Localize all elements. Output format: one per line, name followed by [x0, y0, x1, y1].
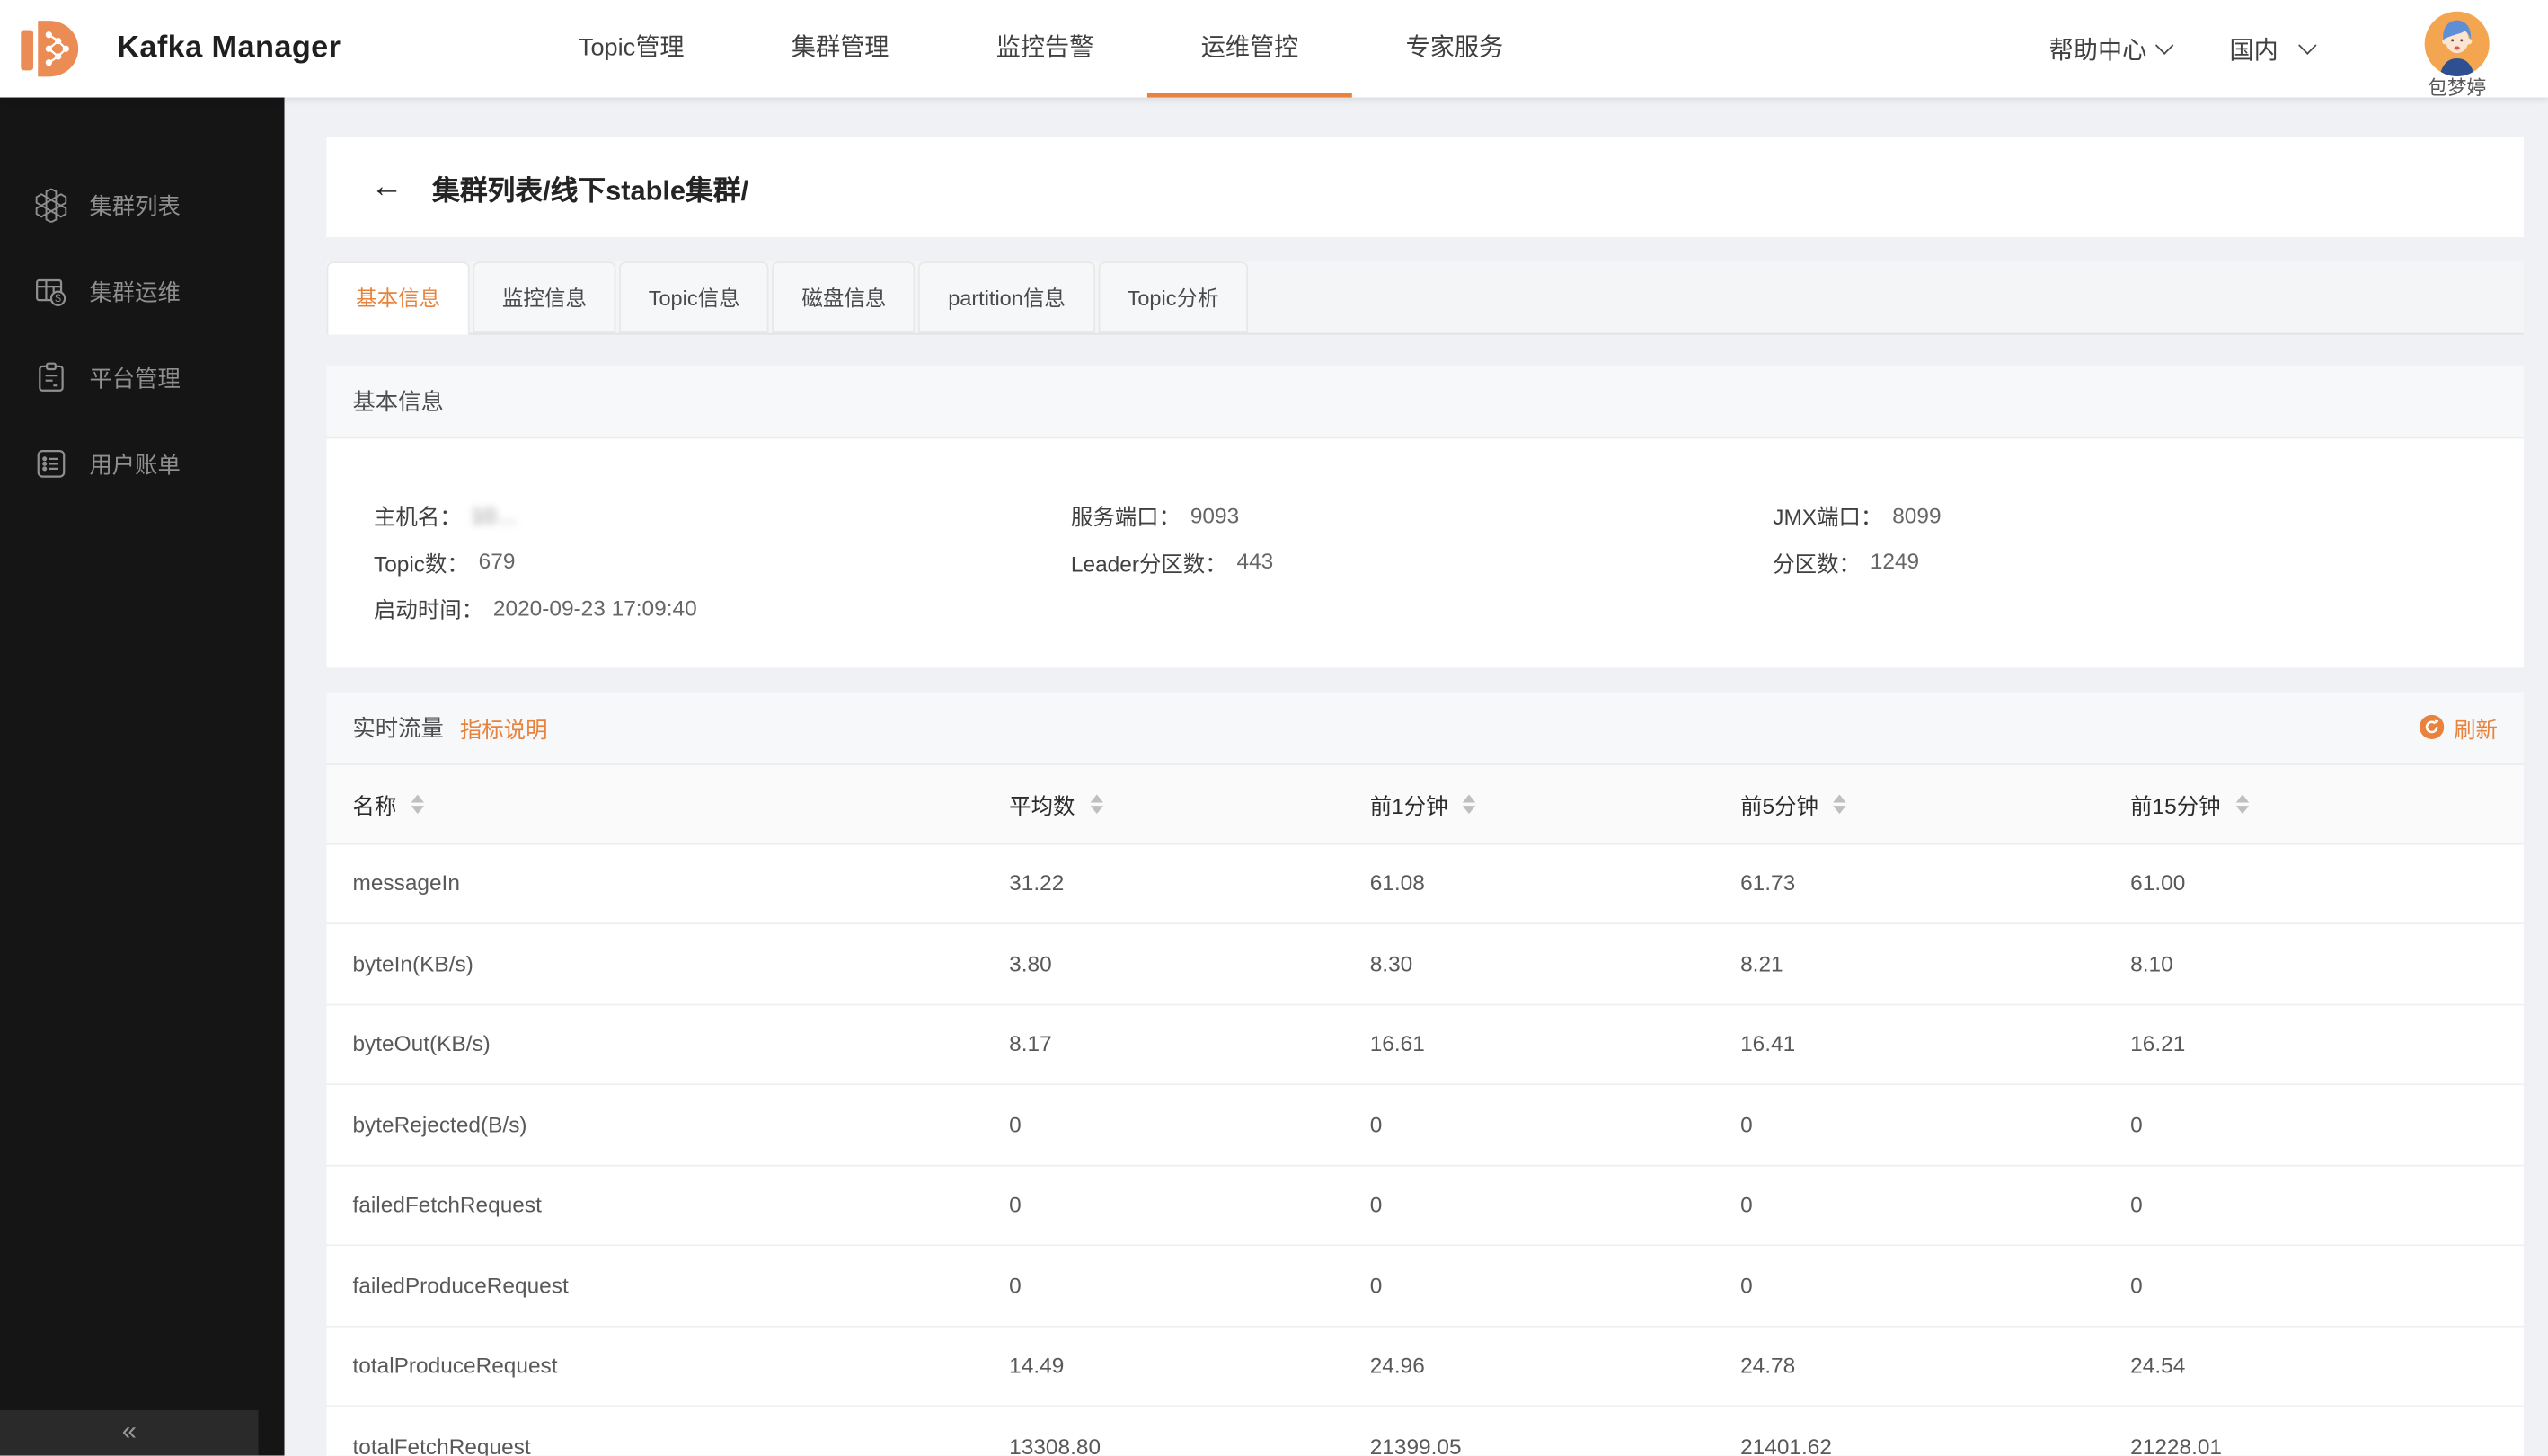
page-title: 集群列表/线下stable集群/	[432, 166, 748, 207]
field-service-port: 服务端口： 9093	[1071, 492, 1773, 539]
column-header-last-5min[interactable]: 前5分钟	[1740, 787, 2130, 819]
detail-tabs: 基本信息 监控信息 Topic信息 磁盘信息 partition信息 Topic…	[327, 261, 2524, 334]
main-content: ← 集群列表/线下stable集群/ 基本信息 监控信息 Topic信息 磁盘信…	[285, 98, 2548, 1456]
metric-name-cell: byteIn(KB/s)	[327, 951, 1010, 975]
breadcrumb-card: ← 集群列表/线下stable集群/	[327, 137, 2524, 237]
app-title: Kafka Manager	[117, 0, 341, 98]
column-header-name[interactable]: 名称	[327, 787, 1010, 819]
realtime-title: 实时流量	[352, 710, 443, 743]
header-right: 帮助中心 国内	[2049, 0, 2503, 98]
basic-info-title: 基本信息	[352, 385, 443, 418]
tab-disk-info[interactable]: 磁盘信息	[773, 261, 916, 333]
table-dollar-icon: $	[34, 275, 68, 309]
sidebar-item-user-billing[interactable]: 用户账单	[0, 420, 285, 507]
sidebar: 集群列表 $ 集群运维 平台管理	[0, 98, 285, 1456]
field-leader-partition-count: Leader分区数： 443	[1071, 539, 1773, 586]
sidebar-item-label: 集群运维	[89, 276, 180, 308]
basic-info-body: 主机名： 10… 服务端口： 9093 JMX端口： 8099 Topic数： …	[327, 438, 2524, 666]
realtime-panel-header: 实时流量 指标说明 刷新	[327, 692, 2524, 764]
top-header: Kafka Manager Topic管理 集群管理 监控告警 运维管控 专家服…	[0, 0, 2548, 98]
help-center-menu[interactable]: 帮助中心	[2049, 31, 2172, 66]
table-row: messageIn 31.22 61.08 61.73 61.00	[327, 844, 2524, 925]
help-center-label: 帮助中心	[2049, 31, 2147, 66]
metric-name-cell: failedProduceRequest	[327, 1274, 1010, 1298]
field-topic-count: Topic数： 679	[374, 539, 1071, 586]
tab-basic-info[interactable]: 基本信息	[327, 261, 470, 334]
refresh-icon	[2420, 715, 2444, 739]
basic-info-panel-header: 基本信息	[327, 366, 2524, 438]
svg-text:$: $	[55, 292, 61, 304]
table-row: byteIn(KB/s) 3.80 8.30 8.21 8.10	[327, 924, 2524, 1005]
table-row: totalFetchRequest 13308.80 21399.05 2140…	[327, 1407, 2524, 1455]
metric-name-cell: messageIn	[327, 871, 1010, 896]
field-start-time: 启动时间： 2020-09-23 17:09:40	[374, 585, 1071, 631]
hostname-value-redacted: 10…	[472, 503, 518, 527]
chevron-down-icon	[2298, 36, 2316, 54]
field-jmx-port: JMX端口： 8099	[1773, 492, 2524, 539]
sort-carets-icon	[1090, 794, 1102, 814]
collapse-icon: «	[122, 1420, 137, 1446]
column-header-average[interactable]: 平均数	[1009, 787, 1370, 819]
hexagon-cluster-icon	[34, 189, 68, 223]
sidebar-item-cluster-ops[interactable]: $ 集群运维	[0, 249, 285, 335]
metrics-table-header: 名称 平均数 前1分钟 前5分钟 前15分钟	[327, 764, 2524, 844]
chevron-down-icon	[2155, 36, 2173, 54]
table-row: failedFetchRequest 0 0 0 0	[327, 1166, 2524, 1247]
field-partition-count: 分区数： 1249	[1773, 539, 2524, 586]
table-row: byteOut(KB/s) 8.17 16.61 16.41 16.21	[327, 1005, 2524, 1086]
nav-item-topic-manage[interactable]: Topic管理	[525, 0, 738, 98]
realtime-traffic-panel: 实时流量 指标说明 刷新 名称 平均数	[327, 692, 2524, 1456]
metric-name-cell: failedFetchRequest	[327, 1193, 1010, 1217]
back-button[interactable]: ←	[370, 171, 403, 203]
user-menu[interactable]: 包梦婷	[2411, 12, 2502, 100]
sidebar-collapse-trigger[interactable]: «	[0, 1410, 259, 1456]
tab-partition-info[interactable]: partition信息	[919, 261, 1095, 333]
app-window: Kafka Manager Topic管理 集群管理 监控告警 运维管控 专家服…	[0, 0, 2548, 1456]
sidebar-item-label: 平台管理	[89, 361, 180, 393]
sort-carets-icon	[2235, 794, 2248, 814]
basic-info-panel: 基本信息 主机名： 10… 服务端口： 9093 JMX端口： 8099 Top…	[327, 366, 2524, 667]
sort-carets-icon	[411, 794, 424, 814]
metric-name-cell: byteOut(KB/s)	[327, 1032, 1010, 1056]
avatar	[2425, 12, 2490, 76]
refresh-label: 刷新	[2454, 710, 2498, 743]
metric-name-cell: totalProduceRequest	[327, 1354, 1010, 1378]
field-hostname: 主机名： 10…	[374, 492, 1071, 539]
sort-carets-icon	[1463, 794, 1475, 814]
refresh-button[interactable]: 刷新	[2420, 710, 2498, 743]
table-row: byteRejected(B/s) 0 0 0 0	[327, 1085, 2524, 1166]
nav-item-ops-control[interactable]: 运维管控	[1147, 0, 1352, 98]
table-row: totalProduceRequest 14.49 24.96 24.78 24…	[327, 1327, 2524, 1407]
tab-topic-info[interactable]: Topic信息	[619, 261, 769, 333]
username: 包梦婷	[2411, 78, 2502, 100]
clipboard-icon	[34, 361, 68, 395]
sidebar-item-label: 集群列表	[89, 190, 180, 222]
nav-item-expert-service[interactable]: 专家服务	[1352, 0, 1557, 98]
sidebar-item-platform-manage[interactable]: 平台管理	[0, 335, 285, 421]
region-menu[interactable]: 国内	[2229, 31, 2314, 66]
region-label: 国内	[2229, 31, 2278, 66]
app-logo-icon[interactable]	[16, 14, 84, 83]
tab-monitor-info[interactable]: 监控信息	[473, 261, 615, 333]
tab-topic-analysis[interactable]: Topic分析	[1098, 261, 1248, 333]
table-row: failedProduceRequest 0 0 0 0	[327, 1246, 2524, 1327]
nav-item-monitor-alert[interactable]: 监控告警	[942, 0, 1147, 98]
column-header-last-1min[interactable]: 前1分钟	[1370, 787, 1740, 819]
sort-carets-icon	[1833, 794, 1845, 814]
sidebar-item-cluster-list[interactable]: 集群列表	[0, 163, 285, 249]
column-header-last-15min[interactable]: 前15分钟	[2130, 787, 2524, 819]
metric-name-cell: totalFetchRequest	[327, 1434, 1010, 1456]
sidebar-item-label: 用户账单	[89, 447, 180, 480]
metric-name-cell: byteRejected(B/s)	[327, 1112, 1010, 1136]
list-icon	[34, 446, 68, 481]
main-nav: Topic管理 集群管理 监控告警 运维管控 专家服务	[525, 0, 1557, 98]
nav-item-cluster-manage[interactable]: 集群管理	[738, 0, 942, 98]
metric-help-link[interactable]: 指标说明	[460, 710, 548, 743]
